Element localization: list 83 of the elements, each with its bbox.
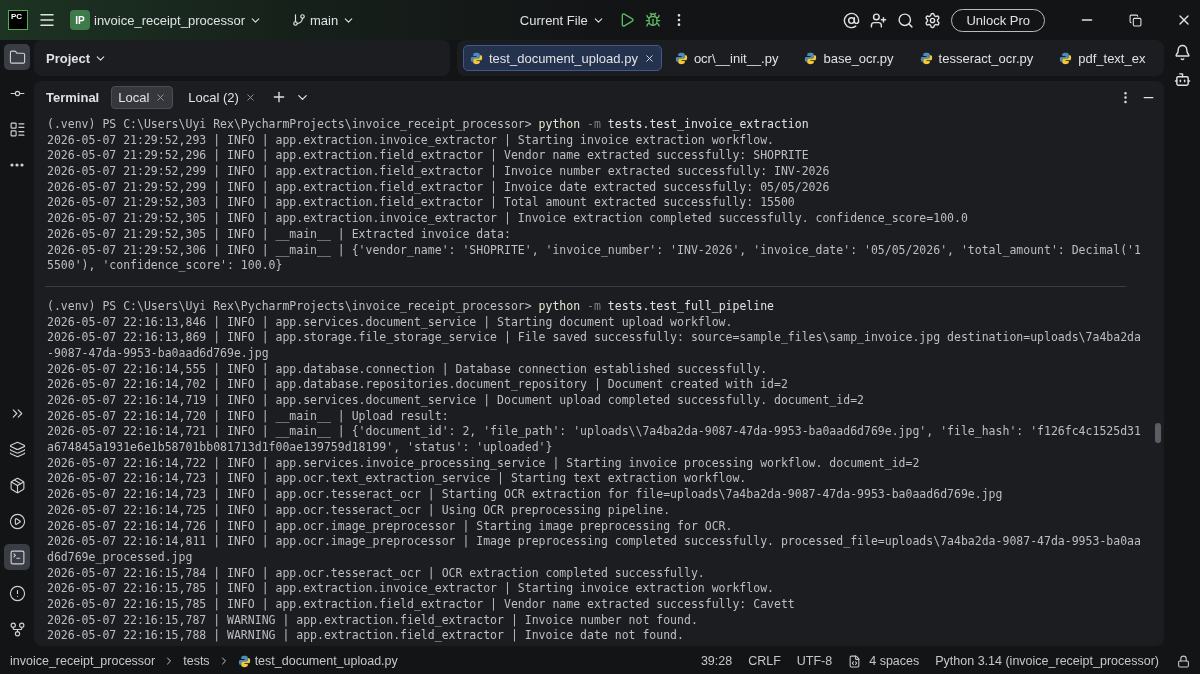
terminal-line: 2026-05-07 22:16:15,785 | INFO | app.extraction.invoice_extractor | Starting invoice extraction workflow. (47, 581, 774, 597)
layers-icon (8, 440, 26, 458)
restore-icon[interactable] (1129, 13, 1142, 27)
editor-tab[interactable]: pdf_text_ex (1052, 45, 1153, 71)
package-icon (8, 476, 26, 494)
terminal-line: 2026-05-07 22:16:14,719 | INFO | app.services.document_service | Document upload completed successfully. document_id=2 (47, 393, 864, 409)
app-logo: PC (8, 10, 28, 30)
terminal-line: 2026-05-07 21:29:52,303 | INFO | app.extraction.field_extractor | Total amount extracted successfully: 15500 (47, 195, 795, 212)
branch-selector[interactable]: main (288, 10, 360, 30)
run-config-selector[interactable]: Current File (515, 10, 609, 30)
python-file-icon (674, 51, 688, 65)
terminal-line: 2026-05-07 22:16:14,726 | INFO | app.ocr.image_preprocessor | Starting image preprocessing for OCR. (47, 518, 733, 535)
terminal-line: 2026-05-07 22:16:15,788 | WARNING | app.extraction.field_extractor | Invoice date not found. (47, 628, 684, 644)
branch-icon (292, 13, 307, 27)
folder-icon (8, 48, 26, 66)
project-panel-title[interactable]: Project (46, 50, 108, 66)
terminal-line: 2026-05-07 22:16:14,725 | INFO | app.ocr.tesseract_ocr | Using OCR preprocessing pipeline. (47, 502, 671, 519)
cursor-position[interactable]: 39:28 (700, 654, 733, 668)
terminal-line: 2026-05-07 22:16:15,787 | WARNING | app.extraction.field_extractor | Invoice number not found. (47, 612, 698, 629)
terminal-line: 2026-05-07 21:29:52,299 | INFO | app.extraction.field_extractor | Invoice number extracted successfully: INV-2026 (47, 164, 830, 180)
interpreter[interactable]: Python 3.14 (invoice_receipt_processor) (935, 654, 1159, 668)
terminal-line: 2026-05-07 22:16:13,869 | INFO | app.storage.file_storage_service | File saved successfully: source=sample_files\samp_invoice.jpg destination=uploads\7a4ba2da (47, 330, 1141, 346)
assistant-icon[interactable] (1173, 71, 1191, 88)
add-user-icon[interactable] (870, 11, 888, 29)
play-circle-icon (8, 512, 26, 530)
encoding[interactable]: UTF-8 (796, 654, 833, 668)
terminal-line: 2026-05-07 22:16:14,723 | INFO | app.ocr.text_extraction_service | Starting text extraction workflow. (47, 471, 747, 488)
search-icon[interactable] (897, 11, 915, 29)
breadcrumb[interactable]: test_document_upload.py (237, 654, 398, 668)
python-file-icon (804, 51, 818, 65)
scrollbar-thumb[interactable] (1155, 423, 1161, 443)
alert-icon (8, 584, 26, 602)
terminal-icon (8, 548, 26, 566)
editor-tab[interactable]: ocr\__init__.py (667, 45, 786, 71)
breadcrumb[interactable]: invoice_receipt_processor (10, 654, 156, 668)
terminal-line: 2026-05-07 21:29:52,299 | INFO | app.extraction.field_extractor | Invoice date extracted successfully: 05/05/2026 (47, 179, 830, 196)
terminal-line: 2026-05-07 21:29:52,293 | INFO | app.extraction.invoice_extractor | Starting invoice extraction workflow. (47, 132, 774, 149)
terminal-line: 2026-05-07 21:29:52,305 | INFO | __main__ | Extracted invoice data: (47, 226, 511, 243)
structure-icon (8, 120, 26, 138)
terminal-line: 2026-05-07 22:16:14,722 | INFO | app.services.invoice_processing_service | Starting invoice processing workflow. document_id=2 (47, 455, 920, 472)
terminal-title: Terminal (46, 89, 100, 105)
terminal-line: 2026-05-07 21:29:52,305 | INFO | app.extraction.invoice_extractor | Invoice extraction completed successfully. confidence_score=100.0 (47, 211, 968, 227)
terminal-line: (.venv) PS C:\Users\Uyi Rex\PycharmProjects\invoice_receipt_processor> python -m tests.test_invoice_extraction (47, 117, 809, 133)
terminal-line: 2026-05-07 21:29:52,306 | INFO | __main__ | {'vendor_name': 'SHOPRITE', 'invoice_number': 'INV-2026', 'invoice_date': '05/05/2026', 'total_amount': Decimal('1 (47, 242, 1141, 259)
editor-tab[interactable]: test_document_upload.py (463, 45, 662, 71)
editor-tab[interactable]: tesseract_ocr.py (912, 45, 1041, 71)
terminal-line: 2026-05-07 22:16:13,846 | INFO | app.services.document_service | Starting document upload workflow. (47, 314, 733, 331)
terminal-line: 5500'), 'confidence_score': 100.0} (47, 258, 283, 274)
terminal-line: d6d769e_processed.jpg (47, 549, 193, 566)
more-icon (10, 163, 24, 167)
python-file-icon (1059, 51, 1073, 65)
git-icon (8, 620, 26, 638)
menu-icon[interactable] (38, 11, 56, 29)
terminal-tab[interactable]: Local (2) (181, 85, 263, 109)
terminal-line: 2026-05-07 22:16:14,702 | INFO | app.database.repositories.document_repository | Document created with id=2 (47, 377, 788, 393)
close-icon[interactable] (643, 52, 655, 64)
terminal-line: 2026-05-07 22:16:14,811 | INFO | app.ocr.image_preprocessor | Image preprocessing completed successfully. processed_file=uploads\7a4ba2da-9087-47da-9953-ba0aa (47, 534, 1141, 550)
python-file-icon (237, 654, 251, 668)
editor-tab[interactable]: base_ocr.py (797, 45, 901, 71)
terminal-line: 2026-05-07 22:16:15,784 | INFO | app.ocr.tesseract_ocr | OCR extraction completed successfully. (47, 565, 705, 582)
notification-icon[interactable] (1173, 44, 1191, 61)
project-badge: IP (70, 10, 90, 30)
breadcrumb[interactable]: tests (183, 654, 210, 668)
terminal-line: a674845a1931e6e1b58701bb081713d1f00ae139759d18199', 'status': 'uploaded'} (47, 440, 553, 456)
terminal-line: (.venv) PS C:\Users\Uyi Rex\PycharmProjects\invoice_receipt_processor> python -m tests.test_full_pipeline (47, 298, 775, 315)
terminal-line: 2026-05-07 22:16:14,720 | INFO | __main__ | Upload result: (47, 408, 449, 425)
line-ending[interactable]: CRLF (748, 654, 781, 668)
terminal-line: 2026-05-07 22:16:14,555 | INFO | app.database.connection | Database connection established successfully. (47, 361, 768, 378)
project-selector[interactable]: IP invoice_receipt_processor (66, 8, 267, 32)
terminal-tab[interactable]: Local (111, 85, 174, 109)
python-file-icon (470, 51, 483, 65)
terminal-line: -9087-47da-9953-ba0aad6d769e.jpg (47, 345, 269, 362)
terminal-line: 2026-05-07 22:16:15,785 | INFO | app.extraction.field_extractor | Vendor name extracted successfully: Cavett (47, 596, 795, 613)
tool-window-button[interactable] (4, 44, 30, 70)
terminal-line: 2026-05-07 21:29:52,296 | INFO | app.extraction.field_extractor | Vendor name extracted successfully: SHOPRITE (47, 148, 809, 165)
tool-window-button[interactable] (4, 544, 30, 570)
python-file-icon (919, 51, 933, 65)
debug-icon[interactable] (644, 12, 661, 28)
terminal-line: 2026-05-07 22:16:14,721 | INFO | __main__ | {'document_id': 2, 'file_path': 'uploads\\7a4ba2da-9087-47da-9953-ba0aad6d769e.jpg', 'file_hash': 'f126fc4c1525d31 (47, 424, 1141, 441)
indent-setting[interactable]: 4 spaces (869, 654, 920, 668)
terminal-line: 2026-05-07 22:16:14,723 | INFO | app.ocr.tesseract_ocr | Starting OCR extraction for file=uploads\7a4ba2da-9087-47da-9953-ba0aad6d769e.jpg (47, 487, 1003, 503)
settings-icon[interactable] (924, 11, 942, 29)
lock-icon[interactable] (1177, 654, 1190, 668)
